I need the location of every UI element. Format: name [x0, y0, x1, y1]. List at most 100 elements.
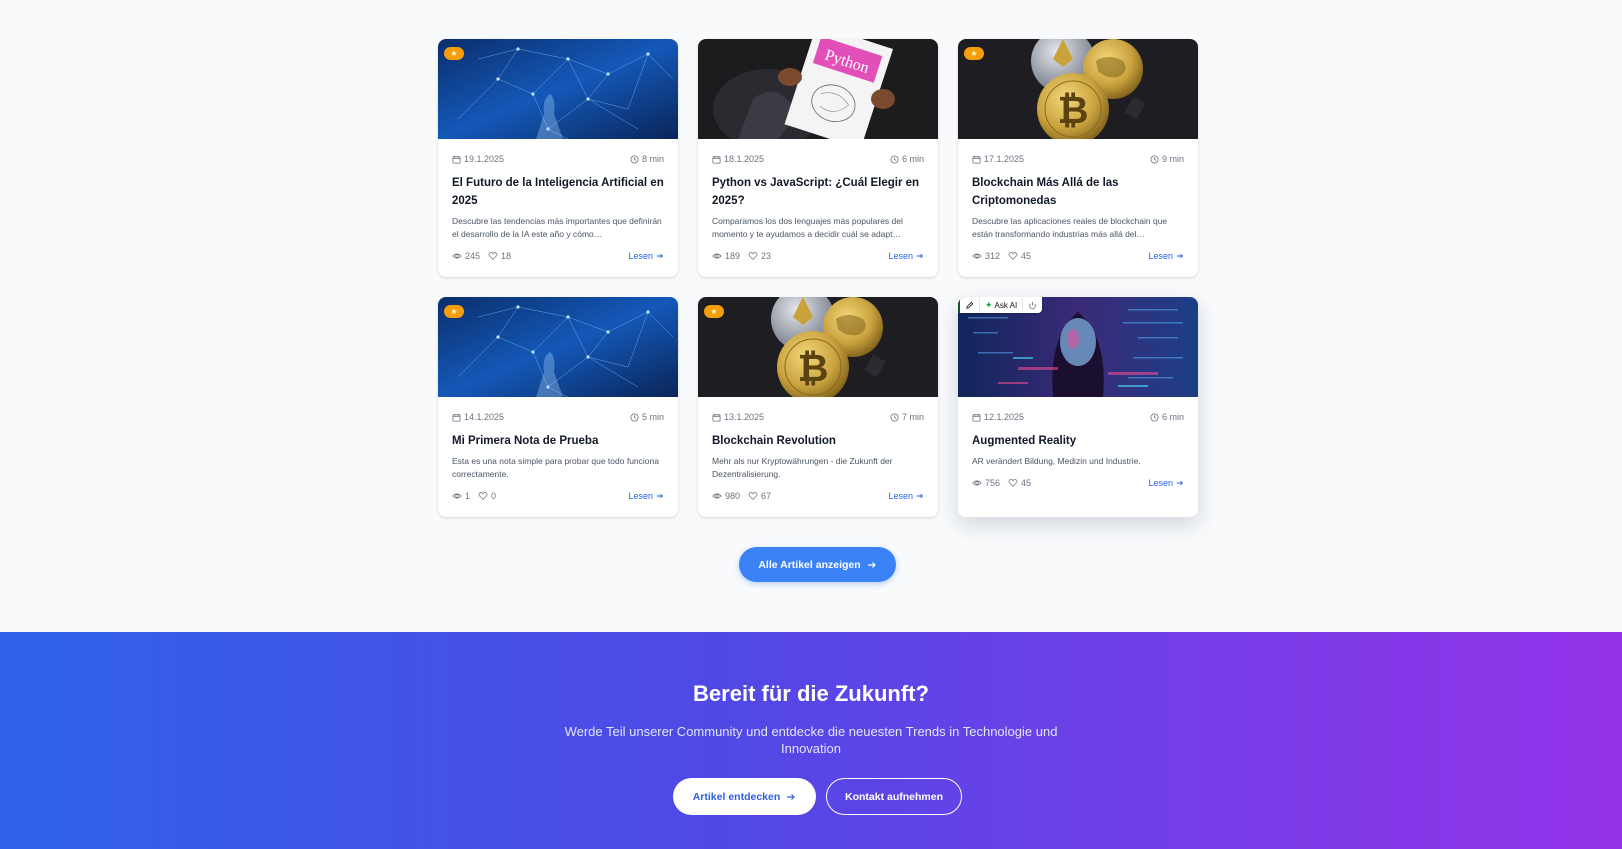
article-card[interactable]: ★ 14.1.2025 5 min Mi Primera Nota de Pru… — [438, 297, 678, 517]
read-more-link[interactable]: Lesen — [1148, 478, 1184, 488]
publish-date: 14.1.2025 — [452, 412, 504, 422]
cta-subtitle: Werde Teil unserer Community und entdeck… — [564, 724, 1058, 756]
article-excerpt: Comparamos los dos lenguajes más popular… — [712, 216, 903, 239]
read-time: 6 min — [1150, 412, 1184, 422]
eye-icon — [972, 480, 982, 486]
publish-date: 19.1.2025 — [452, 154, 504, 164]
featured-star-badge: ★ — [444, 305, 464, 318]
article-card[interactable]: ✦ Ask AI 12.1.2025 6 min Augmented Reali… — [958, 297, 1198, 517]
heart-icon — [748, 492, 758, 500]
like-count[interactable]: 23 — [748, 251, 771, 261]
power-button[interactable] — [1023, 297, 1042, 313]
ask-ai-button[interactable]: ✦ Ask AI — [980, 297, 1024, 313]
calendar-icon — [972, 413, 981, 422]
article-title[interactable]: Augmented Reality — [972, 432, 1184, 450]
publish-date: 17.1.2025 — [972, 154, 1024, 164]
clock-icon — [1150, 412, 1159, 422]
svg-text:₿: ₿ — [1058, 90, 1089, 132]
clock-icon — [890, 154, 899, 164]
article-title[interactable]: Mi Primera Nota de Prueba — [452, 432, 664, 450]
article-thumbnail[interactable]: Python — [698, 39, 938, 139]
article-grid: ★ 19.1.2025 8 min El Futuro de la Inteli… — [438, 39, 1198, 517]
article-excerpt: Esta es una nota simple para probar que … — [452, 456, 659, 479]
ai-network-image — [438, 39, 678, 139]
read-time: 9 min — [1150, 154, 1184, 164]
article-title[interactable]: El Futuro de la Inteligencia Artificial … — [452, 174, 664, 210]
read-more-link[interactable]: Lesen — [628, 251, 664, 261]
heart-icon — [1008, 252, 1018, 260]
publish-date: 12.1.2025 — [972, 412, 1024, 422]
article-title[interactable]: Blockchain Revolution — [712, 432, 924, 450]
eye-icon — [972, 253, 982, 259]
like-count[interactable]: 67 — [748, 491, 771, 501]
svg-text:₿: ₿ — [798, 348, 829, 390]
clock-icon — [1150, 154, 1159, 164]
article-thumbnail[interactable]: ★ — [438, 297, 678, 397]
heart-icon — [748, 252, 758, 260]
cta-title: Bereit für die Zukunft? — [693, 681, 929, 706]
article-thumbnail[interactable]: ★ — [438, 39, 678, 139]
article-excerpt: Mehr als nur Kryptowährungen - die Zukun… — [712, 456, 893, 479]
discover-articles-button[interactable]: Artikel entdecken — [673, 778, 816, 815]
eye-icon — [712, 493, 722, 499]
view-count: 312 — [972, 251, 1000, 261]
pencil-icon — [966, 301, 974, 309]
arrow-right-icon — [1176, 253, 1184, 259]
featured-star-badge: ★ — [704, 305, 724, 318]
read-more-link[interactable]: Lesen — [1148, 251, 1184, 261]
calendar-icon — [712, 413, 721, 422]
view-count: 756 — [972, 478, 1000, 488]
read-more-link[interactable]: Lesen — [888, 251, 924, 261]
article-card[interactable]: Python 18.1.2025 6 min Python vs JavaScr… — [698, 39, 938, 277]
view-count: 189 — [712, 251, 740, 261]
publish-date: 18.1.2025 — [712, 154, 764, 164]
clock-icon — [890, 412, 899, 422]
edit-button[interactable] — [960, 297, 980, 313]
article-excerpt: AR verändert Bildung, Medizin und Indust… — [972, 456, 1141, 466]
calendar-icon — [452, 155, 461, 164]
arrow-right-icon — [1176, 480, 1184, 486]
article-thumbnail[interactable]: ₿ ★ — [958, 39, 1198, 139]
arrow-right-icon — [656, 493, 664, 499]
article-title[interactable]: Blockchain Más Allá de las Criptomonedas — [972, 174, 1184, 210]
article-thumbnail[interactable]: ₿ ★ — [698, 297, 938, 397]
heart-icon — [1008, 479, 1018, 487]
featured-star-badge: ★ — [964, 47, 984, 60]
read-more-link[interactable]: Lesen — [628, 491, 664, 501]
read-more-link[interactable]: Lesen — [888, 491, 924, 501]
eye-icon — [712, 253, 722, 259]
calendar-icon — [972, 155, 981, 164]
arrow-right-icon — [867, 561, 876, 568]
article-card[interactable]: ★ 19.1.2025 8 min El Futuro de la Inteli… — [438, 39, 678, 277]
all-articles-button[interactable]: Alle Artikel anzeigen — [739, 547, 896, 582]
article-title[interactable]: Python vs JavaScript: ¿Cuál Elegir en 20… — [712, 174, 924, 210]
read-time: 8 min — [630, 154, 664, 164]
like-count[interactable]: 0 — [478, 491, 496, 501]
eye-icon — [452, 493, 462, 499]
arrow-right-icon — [916, 493, 924, 499]
power-icon — [1029, 301, 1037, 309]
arrow-right-icon — [656, 253, 664, 259]
view-count: 1 — [452, 491, 470, 501]
like-count[interactable]: 18 — [488, 251, 511, 261]
card-hover-toolbar: ✦ Ask AI — [958, 297, 1043, 313]
contact-button[interactable]: Kontakt aufnehmen — [826, 778, 962, 815]
eye-icon — [452, 253, 462, 259]
article-card[interactable]: ₿ ★ 17.1.2025 9 min Blockchain Más Allá … — [958, 39, 1198, 277]
read-time: 7 min — [890, 412, 924, 422]
article-card[interactable]: ₿ ★ 13.1.2025 7 min Blockchain Revolutio… — [698, 297, 938, 517]
heart-icon — [478, 492, 488, 500]
featured-star-badge: ★ — [444, 47, 464, 60]
like-count[interactable]: 45 — [1008, 251, 1031, 261]
calendar-icon — [452, 413, 461, 422]
view-count: 245 — [452, 251, 480, 261]
read-time: 5 min — [630, 412, 664, 422]
heart-icon — [488, 252, 498, 260]
arrow-right-icon — [916, 253, 924, 259]
like-count[interactable]: 45 — [1008, 478, 1031, 488]
clock-icon — [630, 154, 639, 164]
ai-network-image — [438, 297, 678, 397]
read-time: 6 min — [890, 154, 924, 164]
article-excerpt: Descubre las tendencias más importantes … — [452, 216, 662, 239]
sparkle-icon: ✦ — [985, 299, 993, 310]
